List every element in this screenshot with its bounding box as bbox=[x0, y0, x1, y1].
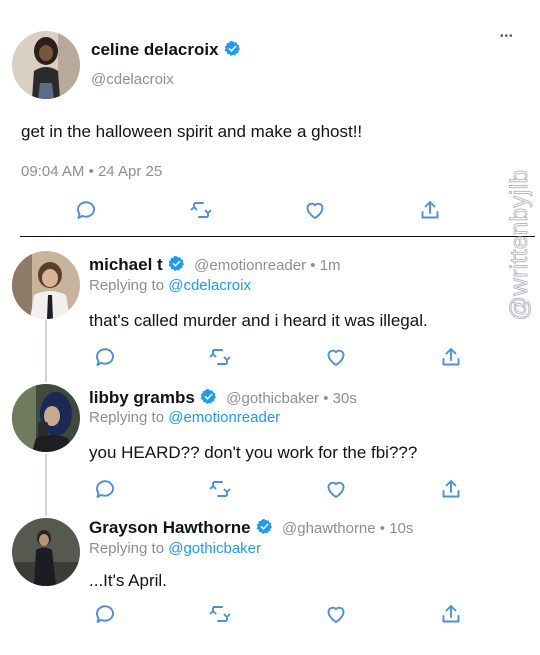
display-name[interactable]: celine delacroix bbox=[91, 40, 219, 59]
reply-icon[interactable] bbox=[93, 602, 117, 626]
verified-icon bbox=[256, 518, 273, 535]
handle-time[interactable]: @emotionreader • 1m bbox=[194, 257, 340, 274]
mention-link[interactable]: @cdelacroix bbox=[168, 277, 251, 294]
like-icon[interactable] bbox=[324, 477, 348, 501]
watermark: @writtenbyjlb bbox=[506, 169, 534, 321]
reply-text: ...It's April. bbox=[89, 571, 167, 590]
reply-icon[interactable] bbox=[74, 198, 98, 222]
display-name[interactable]: libby grambs bbox=[89, 388, 195, 407]
action-bar bbox=[0, 602, 540, 628]
like-icon[interactable] bbox=[324, 602, 348, 626]
verified-icon bbox=[224, 40, 241, 57]
display-name[interactable]: Grayson Hawthorne bbox=[89, 518, 251, 537]
action-bar bbox=[0, 198, 540, 224]
avatar-celine[interactable] bbox=[12, 31, 80, 99]
replying-to: Replying to @emotionreader bbox=[89, 409, 281, 426]
retweet-icon[interactable] bbox=[208, 477, 232, 501]
reply-icon[interactable] bbox=[93, 345, 117, 369]
mention-link[interactable]: @emotionreader bbox=[168, 409, 280, 426]
avatar-libby[interactable] bbox=[12, 384, 80, 452]
tweet-text: get in the halloween spirit and make a g… bbox=[21, 122, 363, 141]
like-icon[interactable] bbox=[303, 198, 327, 222]
share-icon[interactable] bbox=[439, 345, 463, 369]
share-icon[interactable] bbox=[439, 602, 463, 626]
author-name[interactable]: celine delacroix bbox=[91, 40, 241, 60]
more-icon[interactable]: ••• bbox=[500, 31, 514, 42]
replying-to: Replying to @gothicbaker bbox=[89, 540, 261, 557]
reply-icon[interactable] bbox=[93, 477, 117, 501]
like-icon[interactable] bbox=[324, 345, 348, 369]
author-handle[interactable]: @cdelacroix bbox=[91, 71, 174, 88]
avatar-michael[interactable] bbox=[12, 251, 80, 319]
mention-link[interactable]: @gothicbaker bbox=[168, 540, 261, 557]
action-bar bbox=[0, 477, 540, 503]
divider bbox=[20, 236, 535, 237]
share-icon[interactable] bbox=[418, 198, 442, 222]
timestamp[interactable]: 09:04 AM • 24 Apr 25 bbox=[21, 163, 162, 180]
reply-text: that's called murder and i heard it was … bbox=[89, 311, 428, 330]
handle-time[interactable]: @gothicbaker • 30s bbox=[226, 390, 357, 407]
verified-icon bbox=[168, 255, 185, 272]
reply-text: you HEARD?? don't you work for the fbi??… bbox=[89, 443, 418, 462]
retweet-icon[interactable] bbox=[189, 198, 213, 222]
reply-header: libby grambs @gothicbaker • 30s bbox=[89, 388, 357, 408]
retweet-icon[interactable] bbox=[208, 345, 232, 369]
retweet-icon[interactable] bbox=[208, 602, 232, 626]
verified-icon bbox=[200, 388, 217, 405]
handle-time[interactable]: @ghawthorne • 10s bbox=[282, 520, 413, 537]
share-icon[interactable] bbox=[439, 477, 463, 501]
replying-to: Replying to @cdelacroix bbox=[89, 277, 251, 294]
reply-header: michael t @emotionreader • 1m bbox=[89, 255, 341, 275]
action-bar bbox=[0, 345, 540, 371]
reply-header: Grayson Hawthorne @ghawthorne • 10s bbox=[89, 518, 413, 538]
avatar-grayson[interactable] bbox=[12, 518, 80, 586]
display-name[interactable]: michael t bbox=[89, 255, 163, 274]
